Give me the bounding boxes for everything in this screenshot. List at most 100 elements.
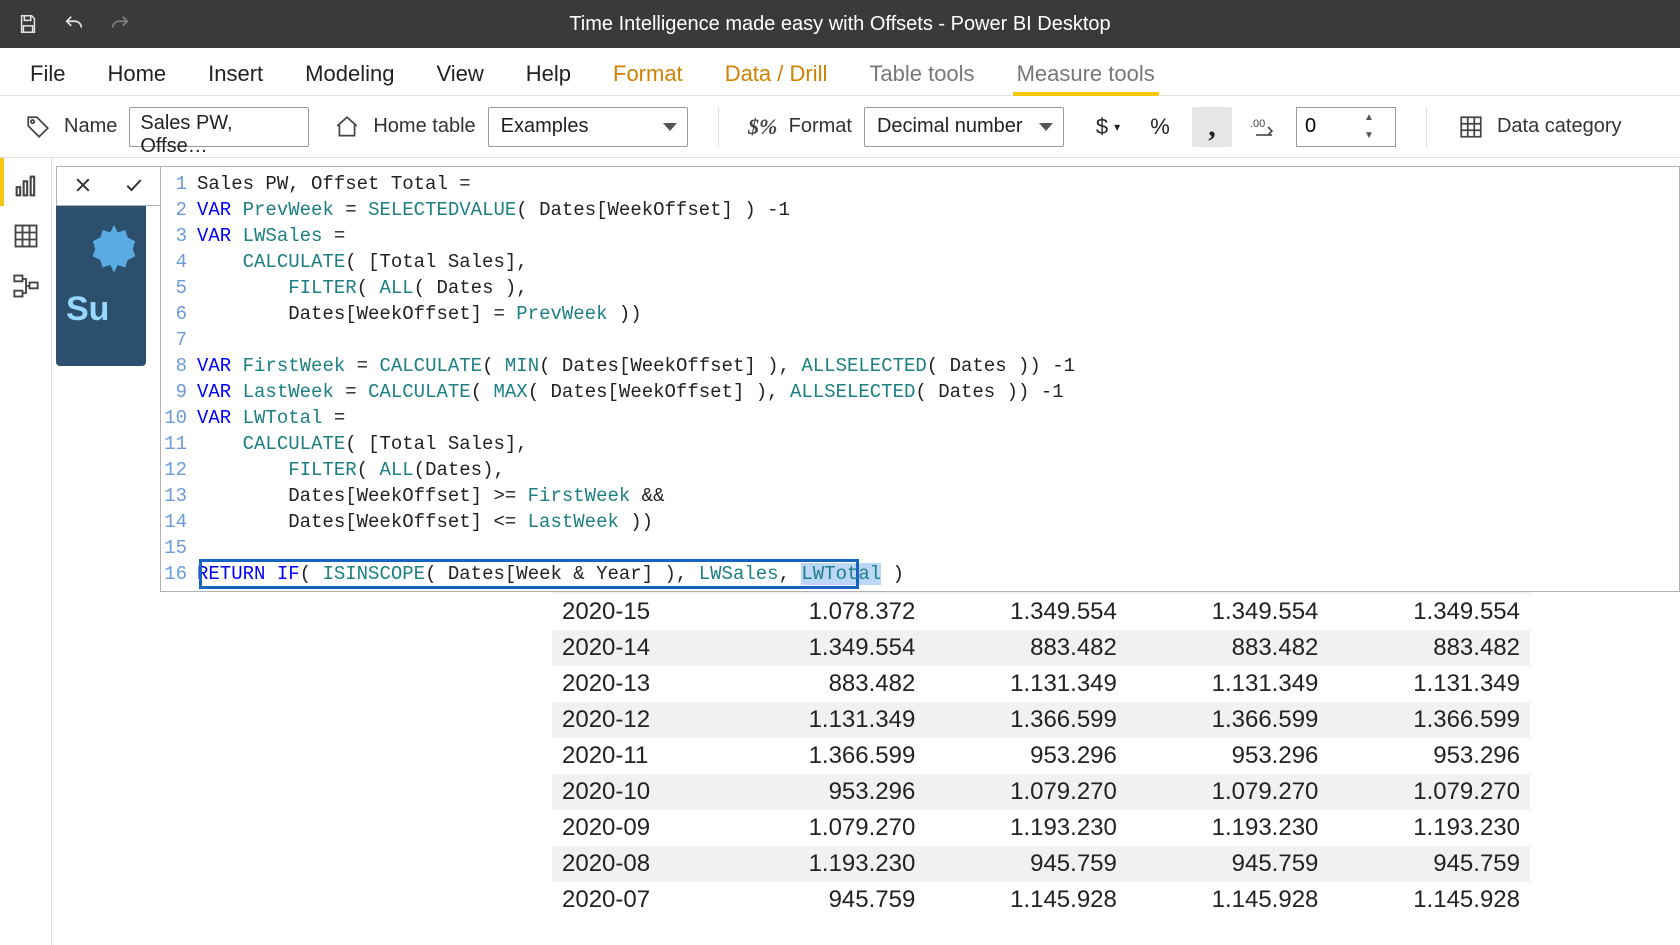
cancel-formula-button[interactable] bbox=[73, 175, 93, 198]
col1-cell: 1.079.270 bbox=[724, 810, 926, 846]
code-line[interactable]: 3VAR LWSales = bbox=[161, 223, 1679, 249]
col1-cell: 945.759 bbox=[724, 882, 926, 918]
code-line[interactable]: 2VAR PrevWeek = SELECTEDVALUE( Dates[Wee… bbox=[161, 197, 1679, 223]
code-line[interactable]: 1Sales PW, Offset Total = bbox=[161, 171, 1679, 197]
col1-cell: 1.349.554 bbox=[724, 630, 926, 666]
col4-cell: 1.131.349 bbox=[1328, 666, 1530, 702]
col4-cell: 1.193.230 bbox=[1328, 810, 1530, 846]
decimals-input[interactable] bbox=[1297, 111, 1357, 142]
col4-cell: 1.079.270 bbox=[1328, 774, 1530, 810]
home-icon bbox=[333, 113, 361, 141]
week-cell: 2020-11 bbox=[552, 738, 724, 774]
percent-button[interactable]: % bbox=[1140, 107, 1180, 147]
table-row[interactable]: 2020-121.131.3491.366.5991.366.5991.366.… bbox=[552, 702, 1530, 738]
code-line[interactable]: 14 Dates[WeekOffset] <= LastWeek )) bbox=[161, 509, 1679, 535]
decimals-spinner[interactable]: ▲▼ bbox=[1296, 107, 1396, 147]
table-row[interactable]: 2020-091.079.2701.193.2301.193.2301.193.… bbox=[552, 810, 1530, 846]
decrease-decimals-button[interactable]: .00 bbox=[1244, 107, 1284, 147]
week-cell: 2020-10 bbox=[552, 774, 724, 810]
col1-cell: 1.131.349 bbox=[724, 702, 926, 738]
code-line[interactable]: 15 bbox=[161, 535, 1679, 561]
col4-cell: 1.145.928 bbox=[1328, 882, 1530, 918]
table-row[interactable]: 2020-13883.4821.131.3491.131.3491.131.34… bbox=[552, 666, 1530, 702]
table-row[interactable]: 2020-10953.2961.079.2701.079.2701.079.27… bbox=[552, 774, 1530, 810]
tab-help[interactable]: Help bbox=[524, 53, 573, 95]
table-row[interactable]: 2020-111.366.599953.296953.296953.296 bbox=[552, 738, 1530, 774]
week-cell: 2020-12 bbox=[552, 702, 724, 738]
tab-modeling[interactable]: Modeling bbox=[303, 53, 396, 95]
currency-button[interactable]: $ ▾ bbox=[1088, 107, 1128, 147]
table-row[interactable]: 2020-141.349.554883.482883.482883.482 bbox=[552, 630, 1530, 666]
col2-cell: 1.349.554 bbox=[925, 594, 1127, 630]
col2-cell: 1.145.928 bbox=[925, 882, 1127, 918]
col3-cell: 953.296 bbox=[1127, 738, 1329, 774]
table-row[interactable]: 2020-151.078.3721.349.5541.349.5541.349.… bbox=[552, 594, 1530, 630]
col2-cell: 1.079.270 bbox=[925, 774, 1127, 810]
formula-editor[interactable]: 1Sales PW, Offset Total =2VAR PrevWeek =… bbox=[160, 166, 1680, 592]
tab-data-drill[interactable]: Data / Drill bbox=[723, 53, 830, 95]
result-table[interactable]: 1.078.372 1.078.372 1.078.372 2020-151.0… bbox=[552, 558, 1530, 945]
decimals-up[interactable]: ▲ bbox=[1357, 109, 1381, 127]
undo-icon[interactable] bbox=[60, 10, 88, 38]
col2-cell: 883.482 bbox=[925, 630, 1127, 666]
col4-cell: 945.759 bbox=[1328, 846, 1530, 882]
col4-cell: 953.296 bbox=[1328, 738, 1530, 774]
code-line[interactable]: 5 FILTER( ALL( Dates ), bbox=[161, 275, 1679, 301]
tab-insert[interactable]: Insert bbox=[206, 53, 265, 95]
col2-cell: 945.759 bbox=[925, 846, 1127, 882]
thousands-separator-button[interactable]: , bbox=[1192, 107, 1232, 147]
col2-cell: 1.131.349 bbox=[925, 666, 1127, 702]
title-bar: Time Intelligence made easy with Offsets… bbox=[0, 0, 1680, 48]
col3-cell: 1.193.230 bbox=[1127, 810, 1329, 846]
tab-home[interactable]: Home bbox=[105, 53, 168, 95]
commit-formula-button[interactable] bbox=[124, 175, 144, 198]
tab-format[interactable]: Format bbox=[611, 53, 685, 95]
data-view-icon[interactable] bbox=[12, 222, 40, 250]
ribbon-tab-strip: File Home Insert Modeling View Help Form… bbox=[0, 48, 1680, 96]
col2-cell: 1.193.230 bbox=[925, 810, 1127, 846]
code-line[interactable]: 9VAR LastWeek = CALCULATE( MAX( Dates[We… bbox=[161, 379, 1679, 405]
table-row[interactable]: 2020-07945.7591.145.9281.145.9281.145.92… bbox=[552, 882, 1530, 918]
col1-cell: 1.078.372 bbox=[724, 594, 926, 630]
code-line[interactable]: 8VAR FirstWeek = CALCULATE( MIN( Dates[W… bbox=[161, 353, 1679, 379]
tab-view[interactable]: View bbox=[434, 53, 485, 95]
col2-cell: 953.296 bbox=[925, 738, 1127, 774]
model-view-icon[interactable] bbox=[12, 272, 40, 300]
ribbon: Name Sales PW, Offse… Home table Example… bbox=[0, 96, 1680, 158]
col1-cell: 1.366.599 bbox=[724, 738, 926, 774]
name-label: Name bbox=[64, 115, 117, 138]
code-line[interactable]: 16RETURN IF( ISINSCOPE( Dates[Week & Yea… bbox=[161, 561, 1679, 587]
format-select[interactable]: Decimal number bbox=[864, 107, 1064, 147]
col4-cell: 1.349.554 bbox=[1328, 594, 1530, 630]
data-category-label: Data category bbox=[1497, 115, 1622, 138]
code-line[interactable]: 4 CALCULATE( [Total Sales], bbox=[161, 249, 1679, 275]
home-table-select[interactable]: Examples bbox=[488, 107, 688, 147]
col3-cell: 945.759 bbox=[1127, 846, 1329, 882]
format-label: Format bbox=[789, 115, 852, 138]
report-view-icon[interactable] bbox=[12, 172, 40, 200]
app-title: Time Intelligence made easy with Offsets… bbox=[569, 13, 1110, 36]
col3-cell: 1.079.270 bbox=[1127, 774, 1329, 810]
code-line[interactable]: 11 CALCULATE( [Total Sales], bbox=[161, 431, 1679, 457]
tab-table-tools[interactable]: Table tools bbox=[867, 53, 976, 95]
col1-cell: 953.296 bbox=[724, 774, 926, 810]
tab-file[interactable]: File bbox=[28, 53, 67, 95]
redo-icon[interactable] bbox=[106, 10, 134, 38]
code-line[interactable]: 6 Dates[WeekOffset] = PrevWeek )) bbox=[161, 301, 1679, 327]
week-cell: 2020-09 bbox=[552, 810, 724, 846]
col1-cell: 1.193.230 bbox=[724, 846, 926, 882]
data-category-icon bbox=[1457, 113, 1485, 141]
decimals-down[interactable]: ▼ bbox=[1357, 127, 1381, 145]
col2-cell: 1.366.599 bbox=[925, 702, 1127, 738]
code-line[interactable]: 12 FILTER( ALL(Dates), bbox=[161, 457, 1679, 483]
save-icon[interactable] bbox=[14, 10, 42, 38]
col3-cell: 883.482 bbox=[1127, 630, 1329, 666]
table-row[interactable]: 2020-081.193.230945.759945.759945.759 bbox=[552, 846, 1530, 882]
code-line[interactable]: 7 bbox=[161, 327, 1679, 353]
left-view-rail bbox=[0, 158, 52, 945]
code-line[interactable]: 13 Dates[WeekOffset] >= FirstWeek && bbox=[161, 483, 1679, 509]
code-line[interactable]: 10VAR LWTotal = bbox=[161, 405, 1679, 431]
measure-name-input[interactable]: Sales PW, Offse… bbox=[129, 107, 309, 147]
tab-measure-tools[interactable]: Measure tools bbox=[1015, 53, 1157, 95]
week-cell: 2020-15 bbox=[552, 594, 724, 630]
